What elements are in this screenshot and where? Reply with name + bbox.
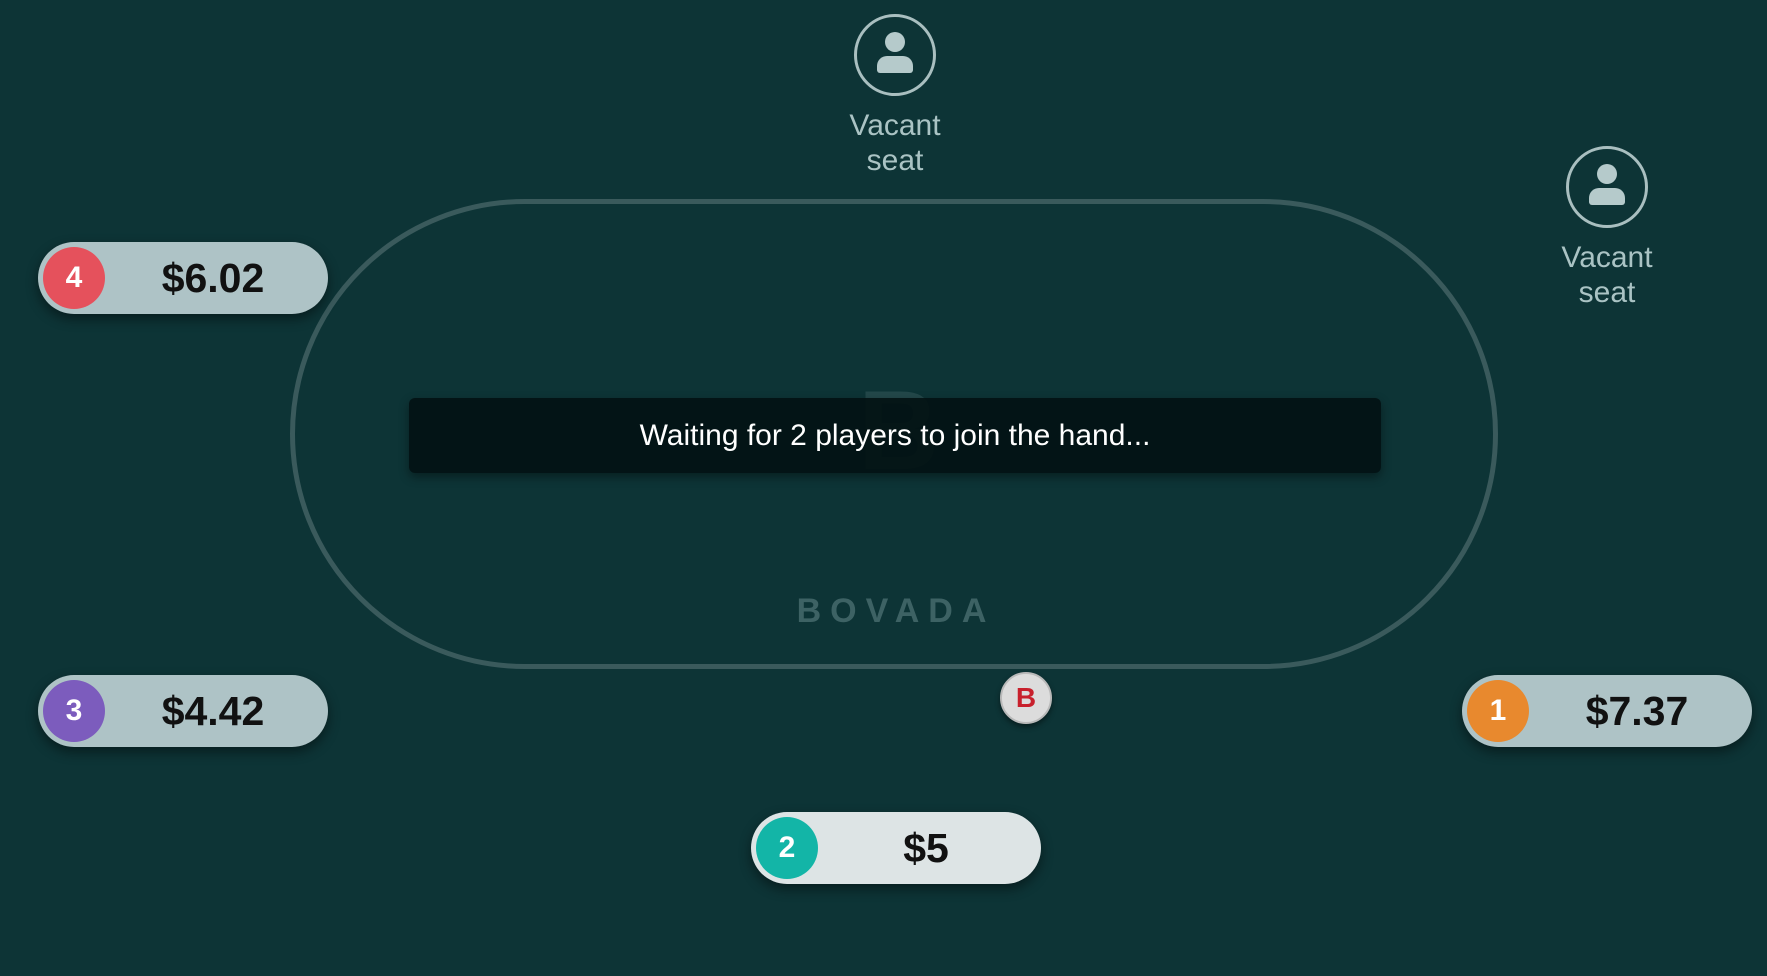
seat-number-badge: 3 <box>43 680 105 742</box>
chip-stack-amount: $5 <box>903 824 949 871</box>
seat-number-badge: 2 <box>756 817 818 879</box>
seat-number-badge: 4 <box>43 247 105 309</box>
vacant-seat-top[interactable]: Vacant seat <box>825 14 965 178</box>
vacant-seat-top-right[interactable]: Vacant seat <box>1537 146 1677 310</box>
vacant-seat-label-line2: seat <box>866 144 924 177</box>
chip-stack-amount: $4.42 <box>161 687 265 734</box>
player-seat-4[interactable]: 4 $6.02 <box>38 242 328 314</box>
vacant-seat-label-line1: Vacant <box>1561 241 1653 274</box>
seat-number-badge: 1 <box>1467 680 1529 742</box>
person-icon <box>854 14 936 96</box>
vacant-seat-label-line2: seat <box>1578 276 1636 309</box>
vacant-seat-label-line1: Vacant <box>849 109 941 142</box>
chip-stack-amount: $6.02 <box>161 254 265 301</box>
dealer-button: B <box>1000 672 1052 724</box>
chip-stack-amount: $7.37 <box>1585 687 1689 734</box>
person-icon <box>1566 146 1648 228</box>
player-seat-1[interactable]: 1 $7.37 <box>1462 675 1752 747</box>
player-seat-2[interactable]: 2 $5 <box>751 812 1041 884</box>
status-message: Waiting for 2 players to join the hand..… <box>639 418 1151 452</box>
brand-logo-text: BOVADA <box>796 592 996 630</box>
status-banner: Waiting for 2 players to join the hand..… <box>409 398 1381 473</box>
player-seat-3[interactable]: 3 $4.42 <box>38 675 328 747</box>
